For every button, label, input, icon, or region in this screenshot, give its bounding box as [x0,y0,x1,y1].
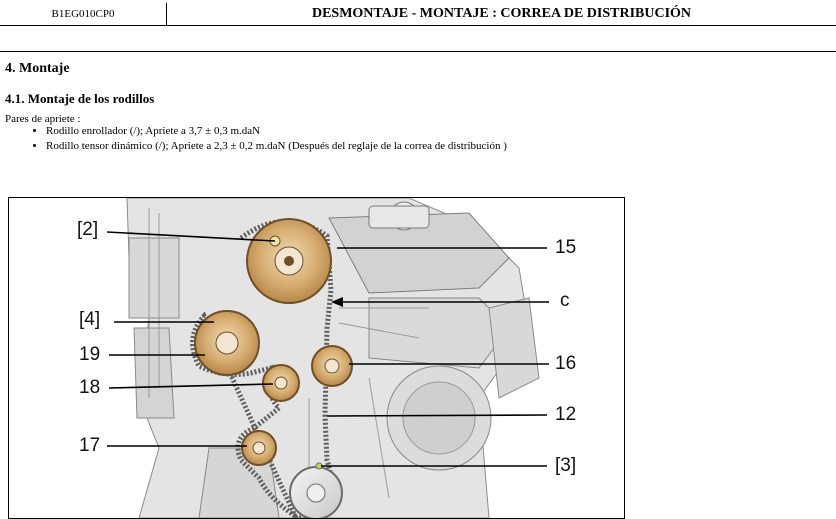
pump-pulley [194,310,260,376]
doc-code: B1EG010CP0 [0,3,167,26]
camshaft-pulley [246,218,332,304]
torque-list: Rodillo enrollador (/); Apriete a 3,7 ± … [0,124,507,154]
timing-belt-figure: [2] [4] 19 18 17 15 c 16 12 [3] [8,197,625,519]
subsection-title: 4.1. Montaje de los rodillos [5,91,155,106]
label-12: 12 [555,404,577,425]
divider [0,51,836,52]
list-item: Rodillo tensor dinámico (/); Apriete a 2… [46,139,507,154]
label-18: 18 [79,377,101,398]
label-19: 19 [79,344,101,365]
idler-pulley [262,364,300,402]
label-15: 15 [555,237,577,258]
label-c: c [560,290,570,311]
list-item: Rodillo enrollador (/); Apriete a 3,7 ± … [46,124,507,139]
doc-title: DESMONTAJE - MONTAJE : CORREA DE DISTRIB… [167,3,836,26]
section-title: 4. Montaje [5,61,70,76]
engine-illustration [106,198,549,518]
label-17: 17 [79,435,101,456]
document-header: B1EG010CP0 DESMONTAJE - MONTAJE : CORREA… [0,3,836,26]
label-4: [4] [79,309,101,330]
injection-pulley [241,430,277,466]
label-2: [2] [77,219,99,240]
label-16: 16 [555,353,577,374]
tensioner-pulley [311,345,353,387]
label-3: [3] [555,455,577,476]
